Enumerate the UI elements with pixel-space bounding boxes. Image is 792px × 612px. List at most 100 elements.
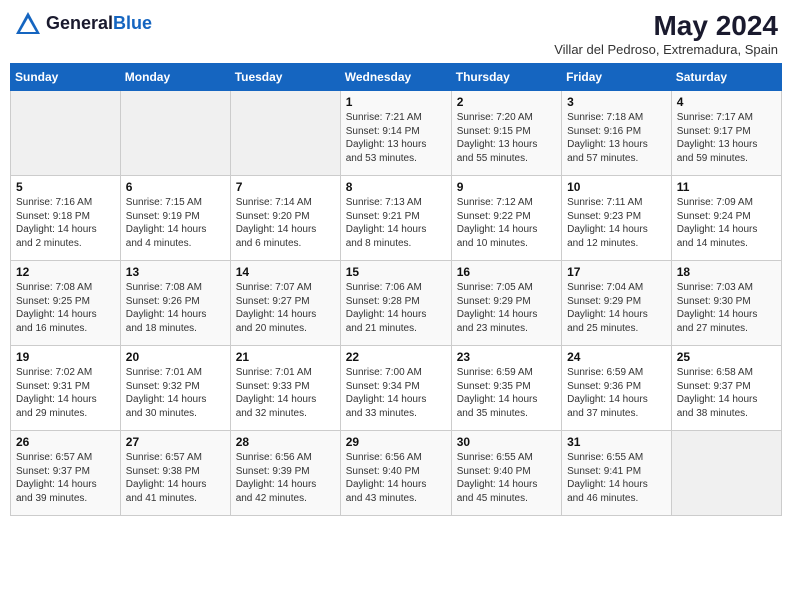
day-info: Sunrise: 7:09 AM Sunset: 9:24 PM Dayligh…	[677, 196, 776, 250]
day-number: 27	[126, 435, 225, 449]
calendar-cell: 21 Sunrise: 7:01 AM Sunset: 9:33 PM Dayli…	[230, 346, 340, 431]
day-number: 1	[346, 95, 446, 109]
day-number: 5	[16, 180, 115, 194]
day-number: 14	[236, 265, 335, 279]
day-number: 8	[346, 180, 446, 194]
day-info: Sunrise: 7:17 AM Sunset: 9:17 PM Dayligh…	[677, 111, 776, 165]
day-info: Sunrise: 7:11 AM Sunset: 9:23 PM Dayligh…	[567, 196, 666, 250]
calendar-cell: 3 Sunrise: 7:18 AM Sunset: 9:16 PM Daylig…	[562, 91, 672, 176]
day-info: Sunrise: 7:13 AM Sunset: 9:21 PM Dayligh…	[346, 196, 446, 250]
day-info: Sunrise: 6:57 AM Sunset: 9:37 PM Dayligh…	[16, 451, 115, 505]
day-number: 31	[567, 435, 666, 449]
day-number: 21	[236, 350, 335, 364]
day-info: Sunrise: 7:15 AM Sunset: 9:19 PM Dayligh…	[126, 196, 225, 250]
logo-blue: Blue	[113, 13, 152, 33]
calendar-cell	[671, 431, 781, 516]
weekday-header-sunday: Sunday	[11, 64, 121, 91]
day-number: 28	[236, 435, 335, 449]
calendar-cell: 1 Sunrise: 7:21 AM Sunset: 9:14 PM Daylig…	[340, 91, 451, 176]
calendar-cell: 15Sunrise: 7:06 AM Sunset: 9:28 PM Dayli…	[340, 261, 451, 346]
calendar-cell: 29 Sunrise: 6:56 AM Sunset: 9:40 PM Dayli…	[340, 431, 451, 516]
day-info: Sunrise: 7:03 AM Sunset: 9:30 PM Dayligh…	[677, 281, 776, 335]
day-info: Sunrise: 7:05 AM Sunset: 9:29 PM Dayligh…	[457, 281, 556, 335]
calendar-cell	[120, 91, 230, 176]
day-info: Sunrise: 7:12 AM Sunset: 9:22 PM Dayligh…	[457, 196, 556, 250]
day-info: Sunrise: 7:04 AM Sunset: 9:29 PM Dayligh…	[567, 281, 666, 335]
day-number: 17	[567, 265, 666, 279]
title-block: May 2024 Villar del Pedroso, Extremadura…	[554, 10, 778, 57]
calendar-cell: 22 Sunrise: 7:00 AM Sunset: 9:34 PM Dayli…	[340, 346, 451, 431]
day-info: Sunrise: 7:16 AM Sunset: 9:18 PM Dayligh…	[16, 196, 115, 250]
calendar-cell: 28 Sunrise: 6:56 AM Sunset: 9:39 PM Dayli…	[230, 431, 340, 516]
day-info: Sunrise: 7:02 AM Sunset: 9:31 PM Dayligh…	[16, 366, 115, 420]
month-year: May 2024	[554, 10, 778, 42]
day-number: 19	[16, 350, 115, 364]
calendar-cell: 6 Sunrise: 7:15 AM Sunset: 9:19 PM Daylig…	[120, 176, 230, 261]
weekday-header-thursday: Thursday	[451, 64, 561, 91]
day-number: 20	[126, 350, 225, 364]
weekday-header-tuesday: Tuesday	[230, 64, 340, 91]
calendar-cell: 24Sunrise: 6:59 AM Sunset: 9:36 PM Dayli…	[562, 346, 672, 431]
calendar-cell: 19 Sunrise: 7:02 AM Sunset: 9:31 PM Dayli…	[11, 346, 121, 431]
calendar-cell: 16 Sunrise: 7:05 AM Sunset: 9:29 PM Dayli…	[451, 261, 561, 346]
day-number: 3	[567, 95, 666, 109]
day-info: Sunrise: 7:20 AM Sunset: 9:15 PM Dayligh…	[457, 111, 556, 165]
calendar-cell: 7Sunrise: 7:14 AM Sunset: 9:20 PM Daylig…	[230, 176, 340, 261]
calendar-cell: 13Sunrise: 7:08 AM Sunset: 9:26 PM Dayli…	[120, 261, 230, 346]
day-number: 26	[16, 435, 115, 449]
calendar-cell: 26 Sunrise: 6:57 AM Sunset: 9:37 PM Dayli…	[11, 431, 121, 516]
day-number: 4	[677, 95, 776, 109]
calendar-cell: 27 Sunrise: 6:57 AM Sunset: 9:38 PM Dayli…	[120, 431, 230, 516]
logo-icon	[14, 10, 42, 38]
day-info: Sunrise: 6:55 AM Sunset: 9:40 PM Dayligh…	[457, 451, 556, 505]
day-number: 9	[457, 180, 556, 194]
day-number: 12	[16, 265, 115, 279]
weekday-header-monday: Monday	[120, 64, 230, 91]
page-header: GeneralBlue May 2024 Villar del Pedroso,…	[10, 10, 782, 57]
calendar-cell: 23Sunrise: 6:59 AM Sunset: 9:35 PM Dayli…	[451, 346, 561, 431]
calendar-cell: 18 Sunrise: 7:03 AM Sunset: 9:30 PM Dayli…	[671, 261, 781, 346]
day-number: 6	[126, 180, 225, 194]
calendar-cell: 30Sunrise: 6:55 AM Sunset: 9:40 PM Dayli…	[451, 431, 561, 516]
logo-general: General	[46, 13, 113, 33]
day-number: 16	[457, 265, 556, 279]
day-number: 22	[346, 350, 446, 364]
calendar-cell: 20 Sunrise: 7:01 AM Sunset: 9:32 PM Dayli…	[120, 346, 230, 431]
day-number: 10	[567, 180, 666, 194]
calendar-table: SundayMondayTuesdayWednesdayThursdayFrid…	[10, 63, 782, 516]
day-info: Sunrise: 7:08 AM Sunset: 9:25 PM Dayligh…	[16, 281, 115, 335]
logo: GeneralBlue	[14, 10, 152, 38]
day-number: 15	[346, 265, 446, 279]
calendar-cell: 9 Sunrise: 7:12 AM Sunset: 9:22 PM Daylig…	[451, 176, 561, 261]
day-info: Sunrise: 7:01 AM Sunset: 9:33 PM Dayligh…	[236, 366, 335, 420]
day-info: Sunrise: 6:59 AM Sunset: 9:36 PM Dayligh…	[567, 366, 666, 420]
day-info: Sunrise: 6:58 AM Sunset: 9:37 PM Dayligh…	[677, 366, 776, 420]
calendar-cell: 5 Sunrise: 7:16 AM Sunset: 9:18 PM Daylig…	[11, 176, 121, 261]
day-number: 11	[677, 180, 776, 194]
calendar-cell	[11, 91, 121, 176]
day-info: Sunrise: 6:57 AM Sunset: 9:38 PM Dayligh…	[126, 451, 225, 505]
calendar-cell: 4 Sunrise: 7:17 AM Sunset: 9:17 PM Daylig…	[671, 91, 781, 176]
day-info: Sunrise: 7:00 AM Sunset: 9:34 PM Dayligh…	[346, 366, 446, 420]
day-number: 25	[677, 350, 776, 364]
day-number: 2	[457, 95, 556, 109]
calendar-cell: 25 Sunrise: 6:58 AM Sunset: 9:37 PM Dayli…	[671, 346, 781, 431]
day-info: Sunrise: 7:18 AM Sunset: 9:16 PM Dayligh…	[567, 111, 666, 165]
day-info: Sunrise: 6:56 AM Sunset: 9:40 PM Dayligh…	[346, 451, 446, 505]
location: Villar del Pedroso, Extremadura, Spain	[554, 42, 778, 57]
day-info: Sunrise: 7:21 AM Sunset: 9:14 PM Dayligh…	[346, 111, 446, 165]
calendar-cell: 14 Sunrise: 7:07 AM Sunset: 9:27 PM Dayli…	[230, 261, 340, 346]
day-info: Sunrise: 7:01 AM Sunset: 9:32 PM Dayligh…	[126, 366, 225, 420]
calendar-cell: 17 Sunrise: 7:04 AM Sunset: 9:29 PM Dayli…	[562, 261, 672, 346]
weekday-header-wednesday: Wednesday	[340, 64, 451, 91]
weekday-header-saturday: Saturday	[671, 64, 781, 91]
day-info: Sunrise: 6:59 AM Sunset: 9:35 PM Dayligh…	[457, 366, 556, 420]
calendar-cell: 31Sunrise: 6:55 AM Sunset: 9:41 PM Dayli…	[562, 431, 672, 516]
day-info: Sunrise: 6:56 AM Sunset: 9:39 PM Dayligh…	[236, 451, 335, 505]
day-number: 13	[126, 265, 225, 279]
calendar-cell: 2 Sunrise: 7:20 AM Sunset: 9:15 PM Daylig…	[451, 91, 561, 176]
day-number: 18	[677, 265, 776, 279]
day-info: Sunrise: 7:07 AM Sunset: 9:27 PM Dayligh…	[236, 281, 335, 335]
calendar-cell: 8 Sunrise: 7:13 AM Sunset: 9:21 PM Daylig…	[340, 176, 451, 261]
day-number: 29	[346, 435, 446, 449]
